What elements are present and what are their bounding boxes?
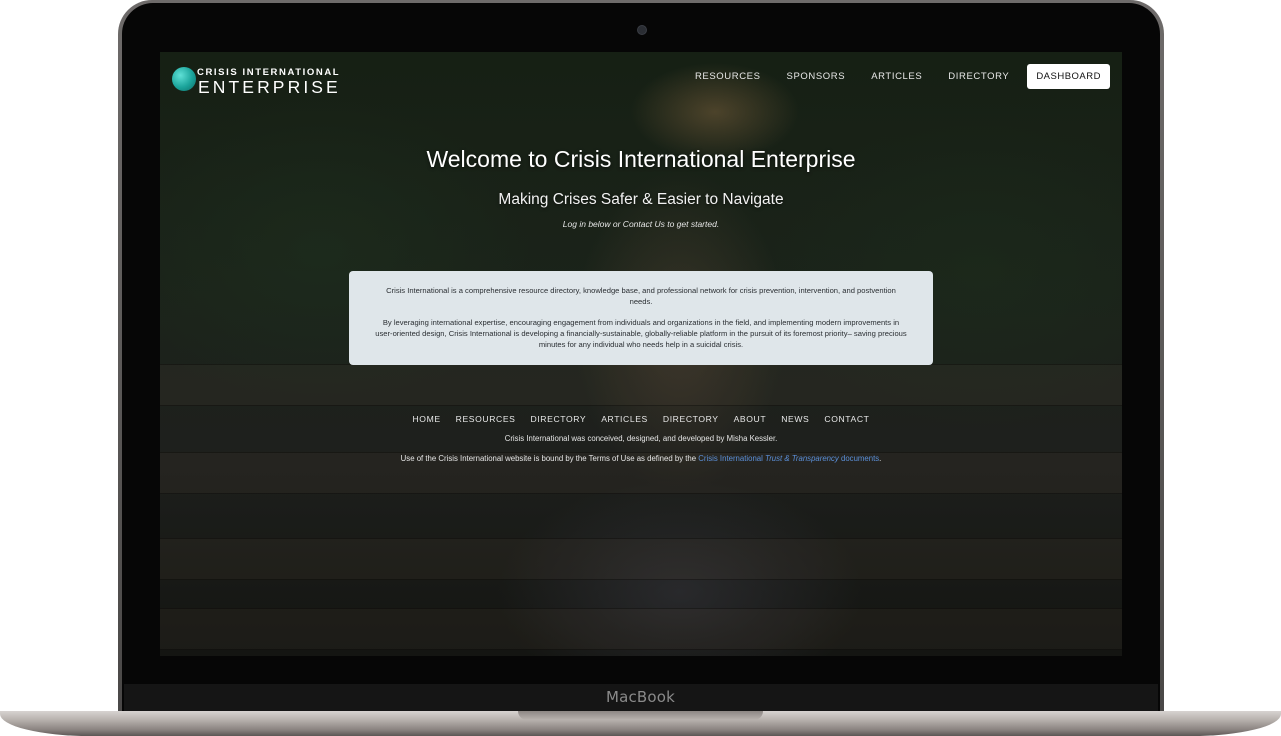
terms-link-part: Crisis International: [698, 454, 766, 463]
terms-link-part: documents: [838, 454, 880, 463]
info-paragraph: Crisis International is a comprehensive …: [386, 286, 896, 306]
site-logo[interactable]: CRISIS INTERNATIONAL ENTERPRISE: [172, 65, 342, 97]
website-screen: CRISIS INTERNATIONAL ENTERPRISE RESOURCE…: [160, 52, 1122, 656]
hero-cta-text: Log in below or Contact Us to get starte…: [562, 219, 720, 229]
dashboard-button[interactable]: DASHBOARD: [1027, 63, 1110, 89]
laptop-mockup: CRISIS INTERNATIONAL ENTERPRISE RESOURCE…: [0, 0, 1281, 736]
footer-link-about[interactable]: ABOUT: [734, 414, 767, 424]
logo-bottom-text: ENTERPRISE: [198, 77, 341, 97]
main-nav: RESOURCES SPONSORS ARTICLES DIRECTORY DA…: [669, 63, 1110, 89]
page-title: Welcome to Crisis International Enterpri…: [426, 146, 856, 172]
footer-link-home[interactable]: HOME: [412, 414, 440, 424]
footer-link-articles[interactable]: ARTICLES: [601, 414, 648, 424]
device-label: MacBook: [605, 688, 676, 706]
footer-link-resources[interactable]: RESOURCES: [456, 414, 516, 424]
camera-icon: [637, 25, 647, 35]
footer-credit: Crisis International was conceived, desi…: [504, 434, 778, 443]
nav-resources[interactable]: RESOURCES: [695, 71, 761, 82]
footer-link-directory[interactable]: DIRECTORY: [531, 414, 587, 424]
footer-link-directory-2[interactable]: DIRECTORY: [663, 414, 719, 424]
footer-link-news[interactable]: NEWS: [781, 414, 809, 424]
laptop-notch: [518, 711, 763, 720]
background-bench-plank: [160, 364, 1122, 406]
terms-link-emphasis: Trust & Transparency: [765, 454, 839, 463]
info-box: Crisis International is a comprehensive …: [349, 271, 933, 365]
terms-prefix: Use of the Crisis International website …: [400, 454, 699, 463]
info-paragraph: By leveraging international expertise, e…: [375, 318, 907, 349]
footer-link-contact[interactable]: CONTACT: [824, 414, 869, 424]
footer-terms: Use of the Crisis International website …: [160, 454, 1122, 463]
background-bench-plank: [160, 608, 1122, 650]
nav-directory[interactable]: DIRECTORY: [948, 71, 1009, 82]
nav-articles[interactable]: ARTICLES: [871, 71, 922, 82]
trust-transparency-link[interactable]: Crisis International Trust & Transparenc…: [698, 454, 879, 463]
terms-suffix: .: [879, 454, 882, 463]
nav-sponsors[interactable]: SPONSORS: [787, 71, 846, 82]
footer-nav: HOME RESOURCES DIRECTORY ARTICLES DIRECT…: [160, 414, 1122, 424]
page-subtitle: Making Crises Safer & Easier to Navigate: [498, 191, 784, 208]
background-bench-plank: [160, 538, 1122, 580]
globe-icon: [172, 67, 196, 91]
